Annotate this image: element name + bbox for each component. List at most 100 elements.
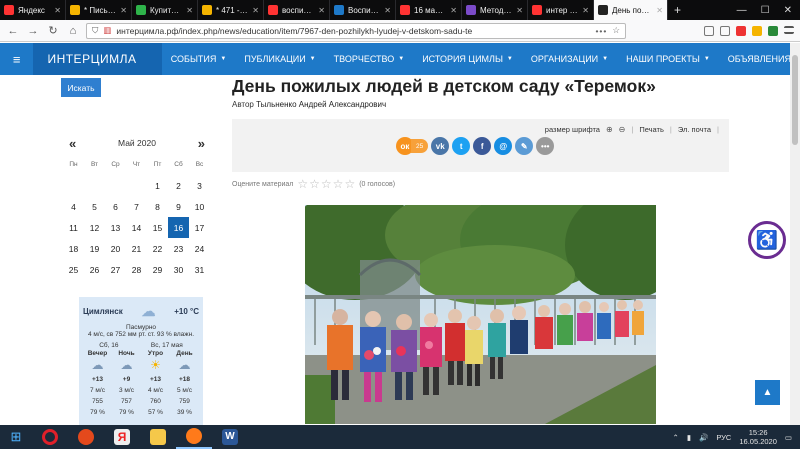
browser-tab[interactable]: Воспитате… ✕ [330, 0, 396, 20]
address-bar[interactable]: ⛉ ▥ интерцимла.рф/index.php/news/educati… [86, 22, 626, 39]
menu-item[interactable]: ИСТОРИЯ ЦИМЛЫ ▼ [413, 43, 522, 75]
calendar-day[interactable]: 16 [168, 217, 189, 238]
calendar-day[interactable]: 27 [105, 259, 126, 280]
browser-tab[interactable]: * Письмо «Го…✕ [66, 0, 132, 20]
tab-close-icon[interactable]: ✕ [318, 6, 325, 15]
calendar-day[interactable]: 15 [147, 217, 168, 238]
accessibility-icon[interactable]: ♿ [748, 221, 786, 259]
tab-close-icon[interactable]: ✕ [656, 6, 663, 15]
browser-tab[interactable]: День пожилых ✕ [594, 0, 668, 20]
twitter-icon[interactable]: t [452, 137, 471, 155]
zoom-in-icon[interactable]: ⊕ [606, 125, 613, 134]
tray-arrow-icon[interactable]: ⌃ [673, 433, 679, 442]
tab-close-icon[interactable]: ✕ [186, 6, 193, 15]
menu-item[interactable]: ПУБЛИКАЦИИ ▼ [235, 43, 324, 75]
reload-icon[interactable]: ↻ [46, 24, 60, 37]
shield-icon[interactable]: ⛉ [92, 25, 98, 36]
opera-icon[interactable] [32, 425, 68, 449]
star-icon[interactable]: ☆ [333, 177, 344, 191]
calendar-day[interactable]: 22 [147, 238, 168, 259]
tab-close-icon[interactable]: ✕ [516, 6, 523, 15]
menu-item[interactable]: ОБЪЯВЛЕНИЯ [719, 43, 800, 75]
star-icon[interactable]: ☆ [309, 177, 320, 191]
browser-tab[interactable]: * 471 - Входящ… ✕ [198, 0, 264, 20]
calendar-day[interactable]: 12 [84, 217, 105, 238]
rating-stars[interactable]: ☆ ☆ ☆ ☆ ☆ [297, 177, 355, 191]
calendar-day[interactable]: 24 [189, 238, 210, 259]
calendar-day[interactable]: 3 [189, 175, 210, 196]
tab-close-icon[interactable]: ✕ [252, 6, 259, 15]
zoom-out-icon[interactable]: ⊖ [619, 125, 626, 134]
calendar-day[interactable]: 7 [126, 196, 147, 217]
calendar-day[interactable]: 21 [126, 238, 147, 259]
library-icon[interactable] [704, 25, 714, 36]
mail-ru-icon[interactable]: @ [494, 137, 513, 155]
page-actions-icon[interactable]: ••• [595, 26, 607, 36]
site-logo[interactable]: ИНТЕРЦИМЛА [33, 43, 162, 75]
tab-close-icon[interactable]: ✕ [582, 6, 589, 15]
star-icon[interactable]: ☆ [297, 177, 308, 191]
menu-item[interactable]: СОБЫТИЯ ▼ [162, 43, 236, 75]
scroll-to-top-button[interactable]: ▲ [755, 380, 780, 405]
new-tab-button[interactable]: + [668, 3, 687, 17]
scrollbar-thumb[interactable] [792, 55, 798, 145]
notifications-icon[interactable]: ▭ [785, 433, 792, 442]
search-button[interactable]: Искать [61, 78, 101, 97]
calendar-next-button[interactable]: » [198, 136, 205, 151]
calendar-day[interactable]: 29 [147, 259, 168, 280]
windows-start-icon[interactable]: ⊞ [0, 425, 32, 449]
calendar-day[interactable]: 5 [84, 196, 105, 217]
calendar-day[interactable]: 28 [126, 259, 147, 280]
star-icon[interactable]: ☆ [321, 177, 332, 191]
calendar-day[interactable]: 30 [168, 259, 189, 280]
calendar-day[interactable]: 26 [84, 259, 105, 280]
calendar-day[interactable]: 31 [189, 259, 210, 280]
hamburger-menu-icon[interactable]: ≡ [0, 43, 33, 75]
extension-icon[interactable] [768, 25, 778, 36]
media-player-icon[interactable] [68, 425, 104, 449]
facebook-icon[interactable]: f [473, 137, 492, 155]
calendar-prev-button[interactable]: « [69, 136, 76, 151]
star-icon[interactable]: ☆ [344, 177, 355, 191]
extension-icon[interactable] [752, 25, 762, 36]
more-share-icon[interactable]: ••• [536, 137, 555, 155]
bookmark-star-icon[interactable]: ☆ [612, 25, 620, 36]
volume-icon[interactable]: 🔊 [699, 433, 708, 442]
calendar-day[interactable]: 20 [105, 238, 126, 259]
network-icon[interactable]: ▮ [687, 433, 691, 442]
browser-tab[interactable]: Купить соко… ✕ [132, 0, 198, 20]
language-indicator[interactable]: РУС [716, 433, 731, 442]
calendar-day[interactable]: 13 [105, 217, 126, 238]
extension-icon[interactable] [736, 25, 746, 36]
minimize-icon[interactable]: — [737, 5, 747, 16]
menu-item[interactable]: ОРГАНИЗАЦИИ ▼ [522, 43, 617, 75]
calendar-day[interactable]: 14 [126, 217, 147, 238]
calendar-day[interactable]: 6 [105, 196, 126, 217]
browser-tab[interactable]: 16 мая. PR… ✕ [396, 0, 462, 20]
file-explorer-icon[interactable] [140, 425, 176, 449]
clock[interactable]: 15:26 16.05.2020 [739, 428, 777, 446]
maximize-icon[interactable]: ☐ [761, 5, 770, 16]
page-scrollbar[interactable] [790, 43, 800, 425]
browser-tab[interactable]: Методическ…✕ [462, 0, 528, 20]
forward-arrow-icon[interactable]: → [26, 25, 40, 37]
browser-tab[interactable]: воспитатели… ✕ [264, 0, 330, 20]
back-arrow-icon[interactable]: ← [6, 25, 20, 37]
tab-close-icon[interactable]: ✕ [54, 6, 61, 15]
vk-icon[interactable]: vk [431, 137, 450, 155]
calendar-day[interactable]: 2 [168, 175, 189, 196]
calendar-day[interactable]: 8 [147, 196, 168, 217]
print-link[interactable]: Печать [639, 125, 664, 134]
browser-tab[interactable]: интер цимла…✕ [528, 0, 594, 20]
menu-item[interactable]: НАШИ ПРОЕКТЫ ▼ [617, 43, 719, 75]
calendar-day[interactable]: 10 [189, 196, 210, 217]
tab-close-icon[interactable]: ✕ [384, 6, 391, 15]
calendar-day[interactable]: 4 [63, 196, 84, 217]
calendar-day[interactable]: 11 [63, 217, 84, 238]
tab-close-icon[interactable]: ✕ [450, 6, 457, 15]
tab-close-icon[interactable]: ✕ [120, 6, 127, 15]
calendar-day[interactable]: 25 [63, 259, 84, 280]
calendar-day[interactable]: 18 [63, 238, 84, 259]
calendar-day[interactable]: 23 [168, 238, 189, 259]
calendar-day[interactable]: 19 [84, 238, 105, 259]
